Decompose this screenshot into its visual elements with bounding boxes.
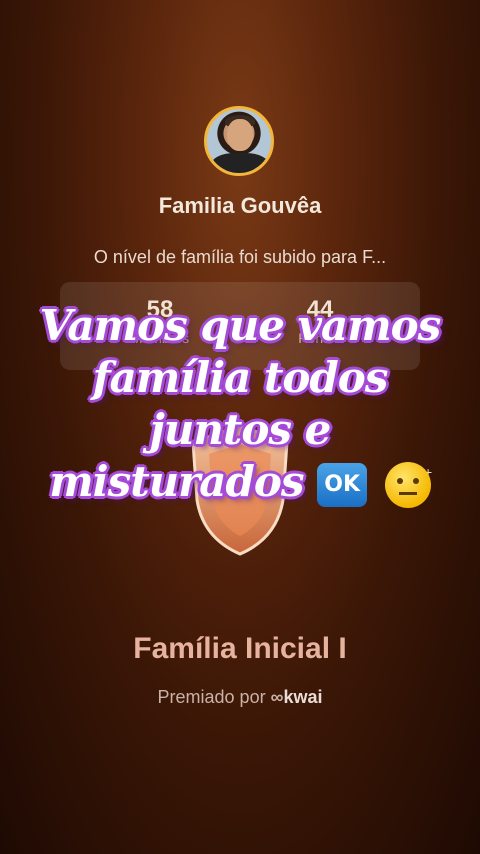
caption-line-3: juntos e <box>149 405 332 454</box>
avatar[interactable] <box>204 106 274 176</box>
caption-line-2: família todos <box>92 353 389 402</box>
caption-overlay: Vamos que vamos família todos juntos e m… <box>20 300 460 508</box>
caption-line-4: misturados OK <box>20 456 460 508</box>
family-name: Familia Gouvêa <box>158 193 322 218</box>
ok-button-icon: OK <box>317 463 368 507</box>
caption-line-1: Vamos que vamos <box>39 301 442 350</box>
saluting-face-icon <box>384 462 431 508</box>
award-prefix: Premiado por <box>157 687 266 707</box>
caption-line-4-text: misturados <box>49 457 304 506</box>
avatar-shirt <box>211 153 269 173</box>
award-line: Premiado por ∞kwai <box>0 687 480 708</box>
kwai-logo-icon: ∞ <box>270 687 284 707</box>
family-level-title: Família Inicial I <box>133 632 347 665</box>
avatar-head <box>227 119 253 151</box>
award-brand: kwai <box>283 687 323 707</box>
level-up-message: O nível de família foi subido para F... <box>93 247 387 267</box>
